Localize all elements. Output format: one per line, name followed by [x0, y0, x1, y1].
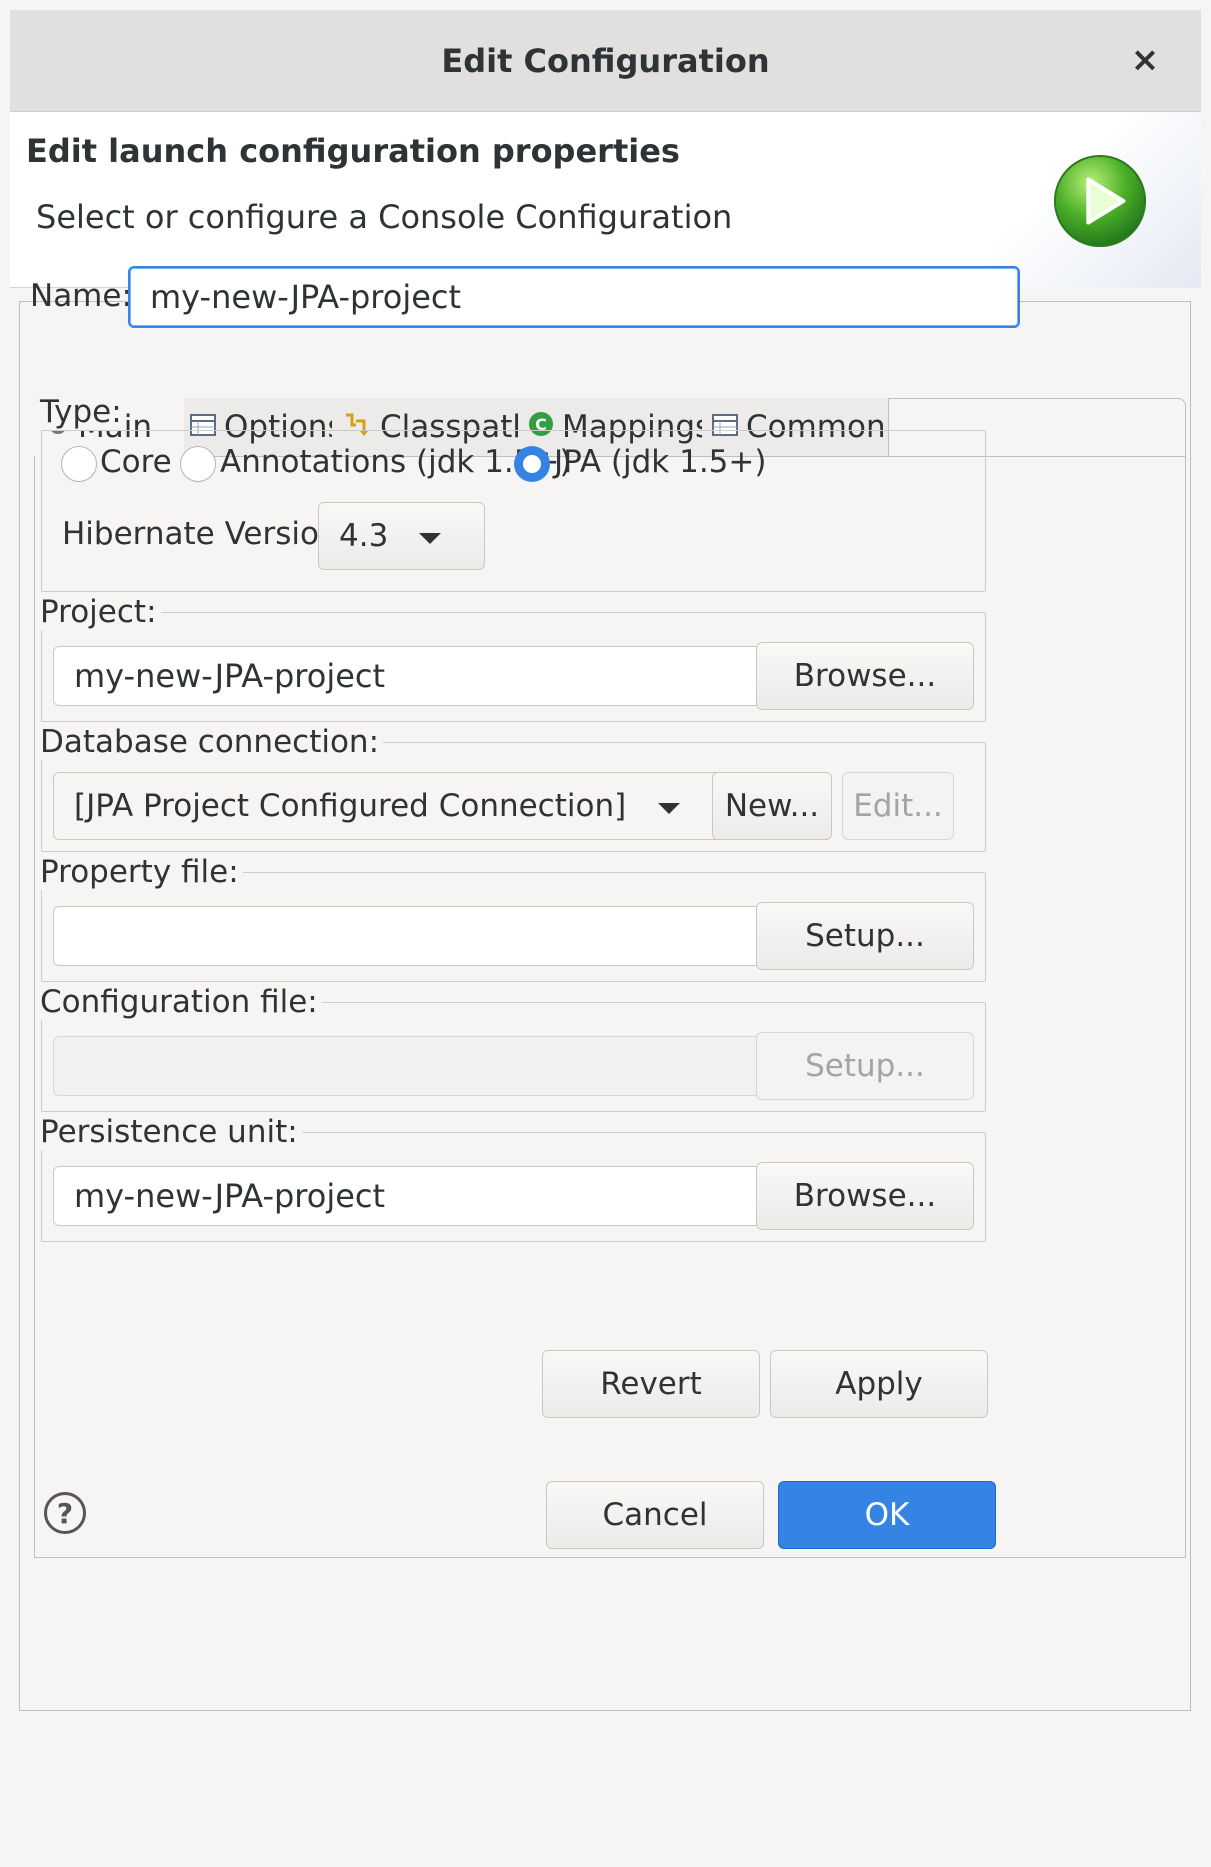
ok-button[interactable]: OK: [778, 1481, 996, 1549]
database-connection-select[interactable]: [JPA Project Configured Connection]: [53, 772, 723, 840]
radio-core[interactable]: [61, 446, 97, 482]
cancel-button[interactable]: Cancel: [546, 1481, 764, 1549]
radio-core-label: Core: [100, 444, 172, 480]
database-label: Database connection:: [40, 724, 384, 760]
chevron-down-icon: [658, 803, 680, 814]
hibernate-version-select[interactable]: 4.3: [318, 502, 485, 570]
configuration-file-setup-button[interactable]: Setup...: [756, 1032, 974, 1100]
property-file-label: Property file:: [40, 854, 243, 890]
database-edit-button[interactable]: Edit...: [842, 772, 954, 840]
close-icon[interactable]: ×: [1125, 40, 1165, 80]
help-icon[interactable]: ?: [44, 1492, 86, 1534]
window-title: Edit Configuration: [441, 42, 770, 80]
database-new-button[interactable]: New...: [712, 772, 832, 840]
dialog-header: Edit launch configuration properties Sel…: [10, 112, 1201, 288]
persistence-unit-label: Persistence unit:: [40, 1114, 302, 1150]
title-bar: Edit Configuration ×: [10, 10, 1201, 112]
header-title: Edit launch configuration properties: [26, 132, 680, 170]
project-input[interactable]: my-new-JPA-project: [53, 646, 767, 706]
run-launch-icon: [1053, 154, 1147, 248]
name-label: Name:: [30, 278, 132, 314]
persistence-unit-input[interactable]: my-new-JPA-project: [53, 1166, 767, 1226]
radio-jpa-label: JPA (jdk 1.5+): [554, 444, 767, 480]
hibernate-version-label: Hibernate Version:: [62, 516, 350, 552]
project-browse-button[interactable]: Browse...: [756, 642, 974, 710]
project-label: Project:: [40, 594, 161, 630]
chevron-down-icon: [419, 533, 441, 544]
configuration-file-input[interactable]: [53, 1036, 767, 1096]
header-subtitle: Select or configure a Console Configurat…: [36, 198, 733, 236]
apply-button[interactable]: Apply: [770, 1350, 988, 1418]
persistence-unit-browse-button[interactable]: Browse...: [756, 1162, 974, 1230]
property-file-input[interactable]: [53, 906, 767, 966]
configuration-file-label: Configuration file:: [40, 984, 322, 1020]
database-connection-value: [JPA Project Configured Connection]: [74, 788, 627, 824]
radio-annotations[interactable]: [180, 446, 216, 482]
type-group-label: Type:: [40, 394, 126, 430]
radio-jpa[interactable]: [514, 446, 550, 482]
property-file-setup-button[interactable]: Setup...: [756, 902, 974, 970]
revert-button[interactable]: Revert: [542, 1350, 760, 1418]
header-graphic: [991, 112, 1201, 288]
name-input[interactable]: my-new-JPA-project: [128, 266, 1020, 328]
hibernate-version-value: 4.3: [339, 518, 389, 554]
